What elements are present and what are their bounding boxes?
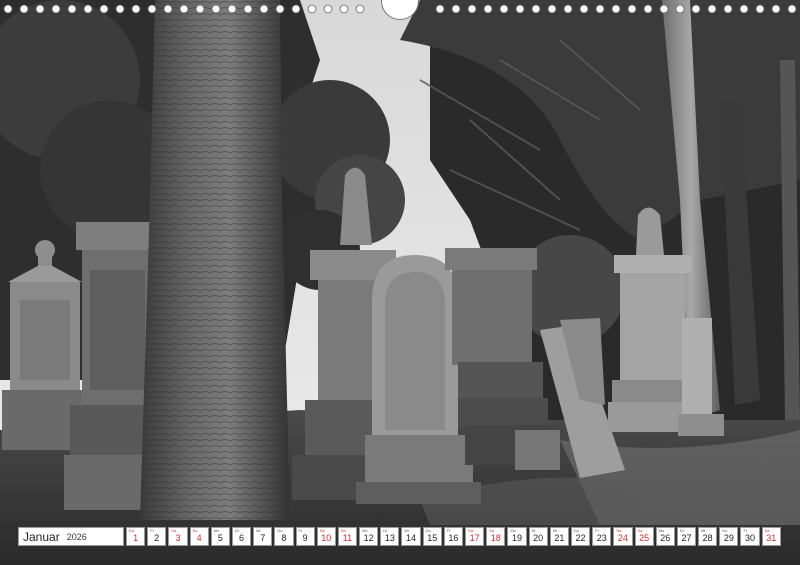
day-number: 1 xyxy=(133,533,139,543)
day-number: 8 xyxy=(281,533,287,543)
day-number: 12 xyxy=(363,533,374,543)
day-cell: Fr 23 xyxy=(592,527,612,546)
day-number: 11 xyxy=(342,533,353,543)
day-number: 23 xyxy=(596,533,607,543)
day-number: 18 xyxy=(490,533,501,543)
day-number: 31 xyxy=(766,533,777,543)
day-cell: Sa 10 xyxy=(316,527,336,546)
day-cell: Di 13 xyxy=(380,527,400,546)
month-label-box: Januar 2026 xyxy=(18,527,124,546)
day-number: 24 xyxy=(617,533,628,543)
day-number: 10 xyxy=(321,533,332,543)
year-label: 2026 xyxy=(66,531,87,542)
day-cell: Mi 21 xyxy=(549,527,569,546)
day-cell: Do 15 xyxy=(422,527,442,546)
day-cell: So 25 xyxy=(634,527,654,546)
day-cell: So 11 xyxy=(337,527,358,546)
month-name: Januar xyxy=(23,529,60,544)
day-cell: So 4 xyxy=(189,527,209,546)
day-cell: Sa 17 xyxy=(465,527,485,546)
day-cell: Do 1 xyxy=(126,527,146,546)
day-cell: Fr 30 xyxy=(740,527,760,546)
day-cell: Mi 28 xyxy=(698,527,718,546)
day-number: 25 xyxy=(639,533,650,543)
day-cell: Fr 16 xyxy=(443,527,463,546)
day-number: 29 xyxy=(723,533,734,543)
day-cell: Do 22 xyxy=(570,527,591,546)
day-cell: Di 27 xyxy=(676,527,697,546)
day-cell: Mo 12 xyxy=(359,527,379,546)
day-cell: Sa 3 xyxy=(168,527,188,546)
day-cell: Mo 5 xyxy=(210,527,230,546)
day-number: 15 xyxy=(427,533,438,543)
day-number: 16 xyxy=(448,533,459,543)
day-number: 17 xyxy=(469,533,480,543)
day-number: 4 xyxy=(196,533,202,543)
day-cell: Di 6 xyxy=(231,527,252,546)
day-number: 13 xyxy=(384,533,395,543)
cemetery-photo xyxy=(0,0,800,565)
day-cell: Mo 19 xyxy=(507,527,527,546)
day-number: 28 xyxy=(702,533,713,543)
day-cell: Mi 7 xyxy=(253,527,273,546)
day-cell: So 18 xyxy=(486,527,506,546)
day-number: 21 xyxy=(554,533,565,543)
day-cell: Sa 24 xyxy=(613,527,633,546)
day-number: 20 xyxy=(533,533,544,543)
day-number: 26 xyxy=(660,533,671,543)
day-number: 6 xyxy=(239,533,245,543)
day-number: 19 xyxy=(511,533,522,543)
day-cell: Fr 9 xyxy=(295,527,315,546)
day-number: 30 xyxy=(745,533,756,543)
day-cell: Mo 26 xyxy=(655,527,675,546)
day-cell: Do 29 xyxy=(719,527,739,546)
day-number: 2 xyxy=(154,533,160,543)
day-number: 22 xyxy=(575,533,586,543)
day-number: 14 xyxy=(406,533,417,543)
day-number: 9 xyxy=(302,533,308,543)
day-cell: Di 20 xyxy=(528,527,548,546)
day-number: 3 xyxy=(175,533,181,543)
day-number: 7 xyxy=(260,533,266,543)
day-cell: Sa 31 xyxy=(761,527,781,546)
day-cell: Mi 14 xyxy=(401,527,421,546)
day-cell: Fr 2 xyxy=(147,527,167,546)
day-cell: Do 8 xyxy=(274,527,294,546)
day-number: 5 xyxy=(217,533,223,543)
calendar-strip: Januar 2026 Do 1 Fr 2 Sa 3 So 4 Mo 5 Di 6 Mi 7 Do 8 Fr 9 S… xyxy=(18,527,782,546)
day-number: 27 xyxy=(681,533,692,543)
